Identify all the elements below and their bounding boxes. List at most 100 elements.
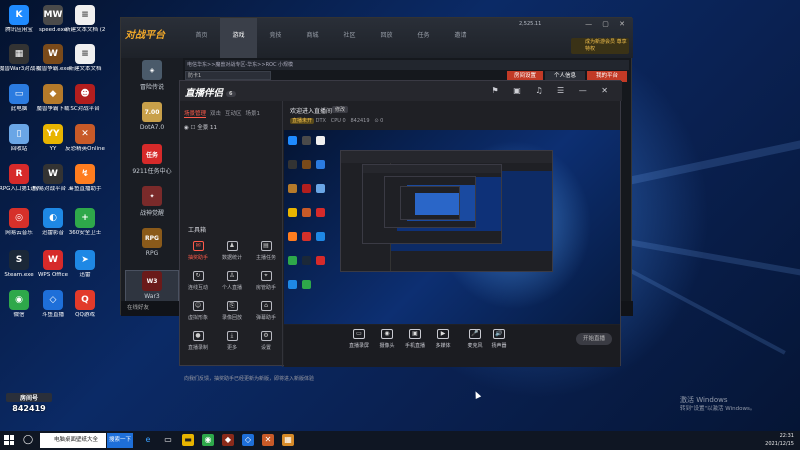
- desktop-icon[interactable]: ◎ 网易云音乐: [2, 208, 36, 246]
- platform-nav-tab[interactable]: 竞技: [257, 18, 294, 58]
- toolbox-item[interactable]: ⤓ 更多: [216, 331, 248, 355]
- platform-nav: 首页 游戏 竞技 商城 社区 回放 任务 邀请: [183, 18, 479, 58]
- desktop-icon[interactable]: W网易对战平台 .exe: [33, 164, 73, 202]
- platform-game-item[interactable]: 7.00 DotA7.0: [125, 102, 179, 142]
- platform-nav-tab[interactable]: 任务: [405, 18, 442, 58]
- tool-label: 数据统计: [221, 255, 242, 261]
- vip-badge[interactable]: 成为新游会员 尊享特权: [571, 38, 629, 54]
- wechat-icon[interactable]: ◉: [202, 434, 214, 446]
- desktop-icon[interactable]: ▯ 回收站: [2, 124, 36, 162]
- stream-control[interactable]: ▶ 多媒体: [428, 329, 458, 355]
- search-icon[interactable]: ◯: [22, 434, 34, 446]
- platform-nav-tab[interactable]: 游戏: [220, 18, 257, 58]
- control-icon: ▶: [437, 329, 449, 339]
- platform-game-item[interactable]: ◈ 冒险传说: [125, 60, 179, 100]
- go-live-button[interactable]: 开始直播: [576, 333, 612, 345]
- desktop-icon-label: 反恐精英Online: [65, 146, 105, 152]
- platform-nav-tab[interactable]: 邀请: [442, 18, 479, 58]
- mirror-window-4: [400, 186, 460, 220]
- desktop-icon[interactable]: Q QQ游戏: [68, 290, 102, 328]
- tool-label: 弹幕助手: [255, 315, 276, 321]
- game-platform-task-icon[interactable]: ◆: [222, 434, 234, 446]
- control-icon: 🔊: [493, 329, 505, 339]
- toolbox-item[interactable]: ☺ 虚拟形象: [182, 301, 214, 325]
- desktop-icon[interactable]: ☻ SC对战平台: [68, 84, 102, 122]
- folder-icon[interactable]: ▬: [182, 434, 194, 446]
- toolbox-item[interactable]: ● 直播录制: [182, 331, 214, 355]
- platform-nav-tab[interactable]: 社区: [331, 18, 368, 58]
- file-explorer-icon[interactable]: ▭: [162, 434, 174, 446]
- app-icon: W: [43, 250, 63, 270]
- stream-preview[interactable]: [284, 130, 620, 324]
- platform-game-item[interactable]: RPG RPG: [125, 228, 179, 268]
- desktop-icon[interactable]: ◐ 迅雷影音: [36, 208, 70, 246]
- preview-icon: [302, 136, 311, 145]
- platform-game-item[interactable]: 任务 9211任务中心: [125, 144, 179, 184]
- toolbox-item[interactable]: ♟ 数据统计: [216, 241, 248, 265]
- desktop-icon[interactable]: ↯ 斗鱼直播助手: [68, 164, 102, 202]
- desktop-icon[interactable]: ≡ 新建文本文档 (2): [65, 5, 105, 43]
- toolbox-item[interactable]: ⎘ 录像回放: [216, 301, 248, 325]
- scene-tab[interactable]: 场景管理: [184, 109, 207, 118]
- stream-task-icon[interactable]: ◇: [242, 434, 254, 446]
- stream-header-icons[interactable]: ⚑ ▣ ♫ ☰ — ✕: [492, 86, 615, 95]
- game-label: RPG: [145, 250, 159, 257]
- edge-icon[interactable]: e: [142, 434, 154, 446]
- war3-task-icon[interactable]: ✕: [262, 434, 274, 446]
- app-icon: W: [43, 164, 63, 184]
- desktop-icon[interactable]: RRPG入口第1进入魔兽: [0, 164, 39, 202]
- taskbar-search-button[interactable]: 搜索一下: [107, 433, 133, 448]
- desktop-icon[interactable]: ▭ 此电脑: [2, 84, 36, 122]
- toolbox-item[interactable]: ⌂ 弹幕助手: [250, 301, 282, 325]
- scene-tab[interactable]: 双击: [210, 109, 221, 118]
- scene-item[interactable]: ◉ ☐ 全景 11: [184, 123, 217, 131]
- stream-companion-window[interactable]: 直播伴侣 6 ⚑ ▣ ♫ ☰ — ✕ 场景管理 双击 互动区 场景1 ◉ ☐ 全景 11…: [179, 80, 622, 382]
- toolbox-item[interactable]: ✉ 抽奖助手: [182, 241, 214, 265]
- game-label: War3: [144, 293, 160, 300]
- scene-tab[interactable]: 场景1: [246, 109, 261, 118]
- desktop-icon[interactable]: S Steam.exe: [2, 250, 36, 288]
- tool-label: 连线互动: [187, 285, 208, 291]
- toolbox-item[interactable]: ▤ 主播任务: [250, 241, 282, 265]
- desktop-icon[interactable]: YY YY: [36, 124, 70, 162]
- platform-nav-tab[interactable]: 回放: [368, 18, 405, 58]
- toolbox-item[interactable]: ↻ 连线互动: [182, 271, 214, 295]
- desktop-icon[interactable]: MW speed.exe: [36, 5, 70, 43]
- toolbox-item[interactable]: ♙ 个人直播: [216, 271, 248, 295]
- toolbox-item[interactable]: ⌖ 房管助手: [250, 271, 282, 295]
- room-number: 842419: [12, 404, 46, 413]
- desktop-icon-label: 360安全卫士: [68, 230, 102, 236]
- desktop-icon[interactable]: W 魔兽争霸.exe: [36, 44, 70, 82]
- app-task-icon[interactable]: ▦: [282, 434, 294, 446]
- desktop-icon[interactable]: ◆ 魔兽争霸下载: [36, 84, 70, 122]
- platform-search-input[interactable]: 防卡1: [185, 71, 271, 80]
- stream-control[interactable]: 🔊 扬声器: [484, 329, 514, 355]
- toolbox-item[interactable]: ⚙ 设置: [250, 331, 282, 355]
- edit-title-button[interactable]: 修改: [332, 106, 349, 113]
- desktop-icon[interactable]: K 腾讯应用宝: [2, 5, 36, 43]
- stream-control[interactable]: ▭ 直播录屏: [344, 329, 374, 355]
- desktop-icon-label: 新建文本文档 (2): [65, 27, 105, 33]
- desktop-icon[interactable]: ➤ 迅雷: [68, 250, 102, 288]
- desktop-icon[interactable]: W WPS Office: [36, 250, 70, 288]
- scene-tab[interactable]: 互动区: [225, 109, 242, 118]
- taskbar-search-input[interactable]: 电脑桌面壁纸大全: [40, 433, 106, 448]
- toolbox-hint: 向我们反馈，抽奖助手已经更新为新版，即将进入新版体验: [184, 376, 315, 382]
- app-icon: Q: [75, 290, 95, 310]
- windows-start-icon[interactable]: [4, 435, 14, 445]
- platform-nav-tab[interactable]: 商城: [294, 18, 331, 58]
- stream-control[interactable]: ▣ 手机直播: [400, 329, 430, 355]
- app-icon: ✕: [75, 124, 95, 144]
- desktop-icon[interactable]: ≡ 新建文本文档: [68, 44, 102, 82]
- desktop-icon[interactable]: ✕ 反恐精英Online: [65, 124, 105, 162]
- desktop-icon[interactable]: +360安全卫士: [68, 208, 102, 246]
- window-controls[interactable]: — ▢ ✕: [585, 20, 629, 28]
- stream-control[interactable]: ◉ 摄像头: [372, 329, 402, 355]
- platform-game-item[interactable]: ✦ 战神觉醒: [125, 186, 179, 226]
- system-clock[interactable]: 22:31 2021/12/15: [765, 432, 794, 448]
- desktop-icon[interactable]: ▦魔兽War3对战平台: [0, 44, 39, 82]
- desktop-icon[interactable]: ◇ 斗鱼直播: [36, 290, 70, 328]
- platform-nav-tab[interactable]: 首页: [183, 18, 220, 58]
- platform-logo: 对战平台: [125, 30, 165, 41]
- desktop-icon[interactable]: ◉ 微信: [2, 290, 36, 328]
